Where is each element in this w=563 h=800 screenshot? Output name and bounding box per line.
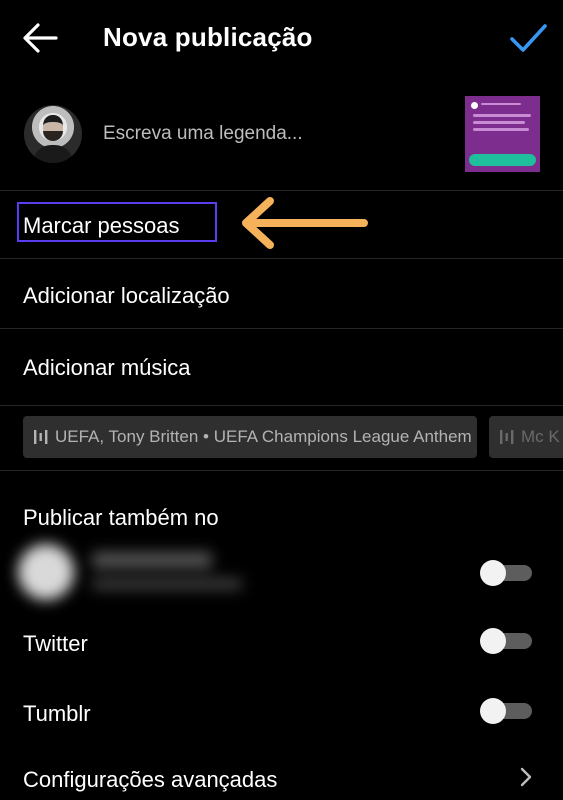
- music-chip[interactable]: UEFA, Tony Britten • UEFA Champions Leag…: [23, 416, 477, 458]
- tumblr-label: Tumblr: [23, 701, 91, 726]
- add-location-row[interactable]: Adicionar localização: [0, 258, 563, 328]
- arrow-left-icon: [23, 23, 58, 53]
- twitter-toggle[interactable]: [480, 628, 534, 654]
- music-chip-label: Mc K: [521, 427, 560, 446]
- share-section-title: Publicar também no: [23, 505, 219, 530]
- add-music-row[interactable]: Adicionar música: [0, 328, 563, 404]
- music-chip[interactable]: Mc K: [489, 416, 563, 458]
- avatar: [24, 105, 82, 163]
- highlight-box: [17, 202, 217, 242]
- toggle-knob: [480, 560, 506, 586]
- divider: [0, 470, 563, 471]
- twitter-row: Twitter: [0, 612, 563, 676]
- chevron-right-icon: [520, 767, 532, 787]
- toggle-knob: [480, 698, 506, 724]
- twitter-label: Twitter: [23, 631, 88, 656]
- audio-bars-icon: [500, 430, 514, 444]
- top-bar: Nova publicação: [0, 0, 563, 78]
- blurred-account: [14, 538, 254, 610]
- toggle-knob: [480, 628, 506, 654]
- music-suggestions: UEFA, Tony Britten • UEFA Champions Leag…: [0, 416, 563, 458]
- account-toggle[interactable]: [480, 560, 534, 586]
- divider: [0, 405, 563, 406]
- add-location-label: Adicionar localização: [23, 283, 230, 308]
- checkmark-icon: [510, 24, 547, 52]
- advanced-settings-row[interactable]: Configurações avançadas: [0, 758, 563, 798]
- add-music-label: Adicionar música: [23, 355, 191, 380]
- advanced-settings-label: Configurações avançadas: [23, 767, 278, 792]
- share-confirm-button[interactable]: [506, 20, 550, 56]
- music-chip-label: UEFA, Tony Britten • UEFA Champions Leag…: [55, 427, 472, 446]
- back-button[interactable]: [20, 20, 60, 56]
- arrow-left-annotation-icon: [242, 197, 368, 249]
- post-thumbnail[interactable]: [465, 96, 540, 172]
- tumblr-row: Tumblr: [0, 682, 563, 746]
- caption-section: [0, 90, 563, 190]
- audio-bars-icon: [34, 430, 48, 444]
- page-title: Nova publicação: [103, 22, 313, 52]
- tumblr-toggle[interactable]: [480, 698, 534, 724]
- caption-input[interactable]: [103, 120, 443, 148]
